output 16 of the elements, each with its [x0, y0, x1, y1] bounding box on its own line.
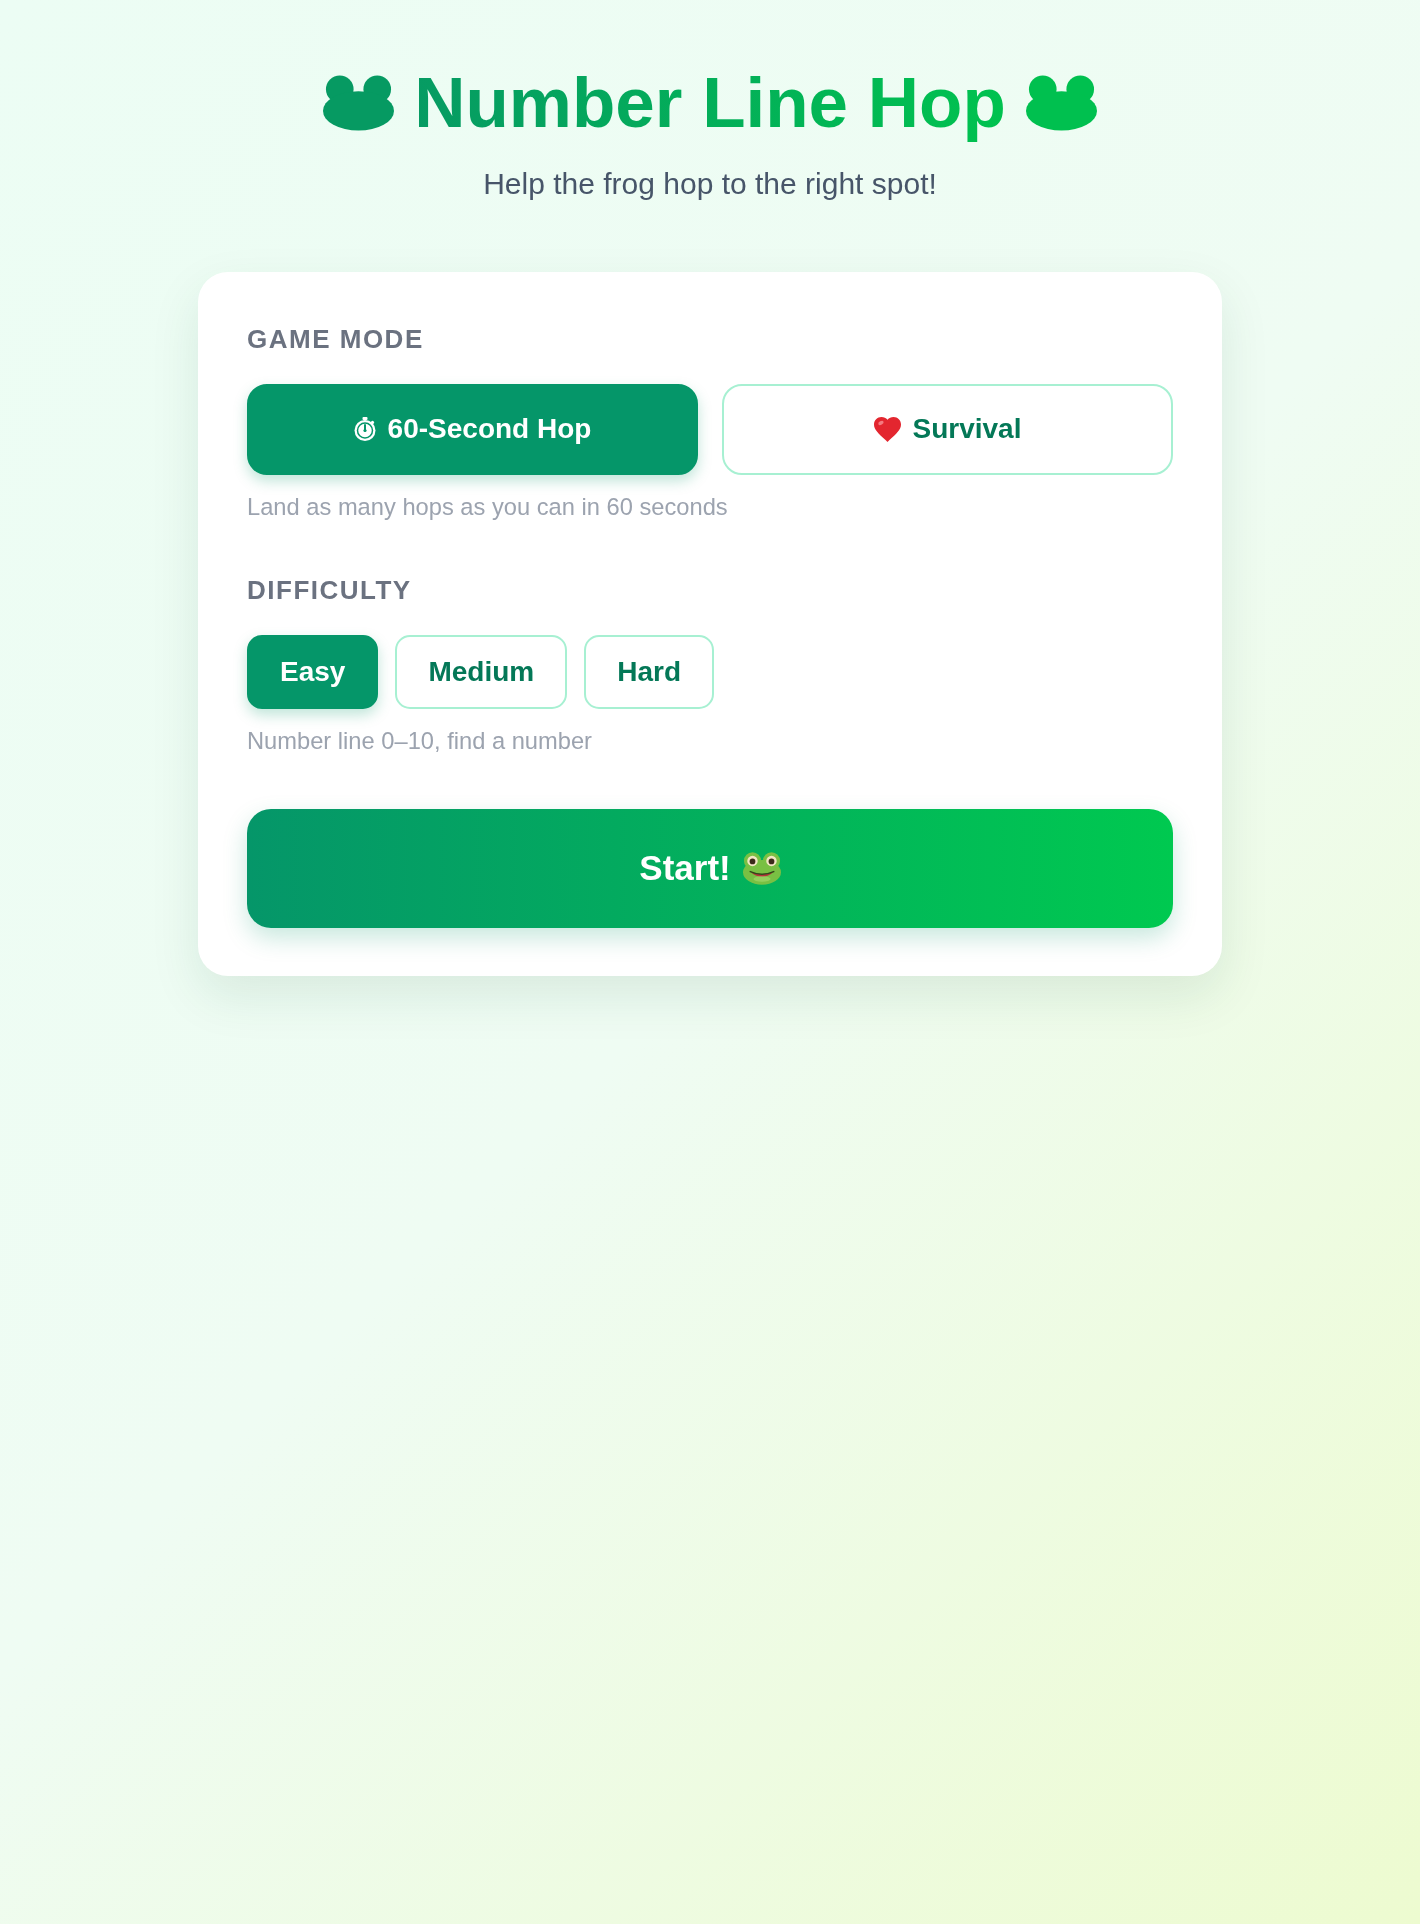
difficulty-button[interactable]: Hard — [584, 634, 714, 709]
frog-silhouette-icon — [1025, 74, 1097, 131]
frog-silhouette-icon — [323, 74, 395, 131]
mode-button[interactable]: Survival — [722, 383, 1173, 475]
start-button[interactable]: Start! — [247, 808, 1173, 928]
heart-icon — [873, 416, 901, 442]
difficulty-button[interactable]: Easy — [247, 634, 379, 709]
section-label: DIFFICULTY — [247, 574, 413, 606]
description-text: Land as many hops as you can in 60 seconds — [247, 492, 729, 522]
description-text: Number line 0–10, find a number — [247, 726, 593, 756]
mode-button[interactable]: 60-Second Hop — [247, 383, 698, 475]
stopwatch-icon — [353, 417, 376, 442]
subtitle-text: Help the frog hop to the right spot! — [483, 165, 937, 202]
difficulty-button[interactable]: Medium — [395, 634, 568, 709]
frog-face-icon — [742, 851, 781, 885]
section-label: GAME MODE — [247, 323, 425, 355]
